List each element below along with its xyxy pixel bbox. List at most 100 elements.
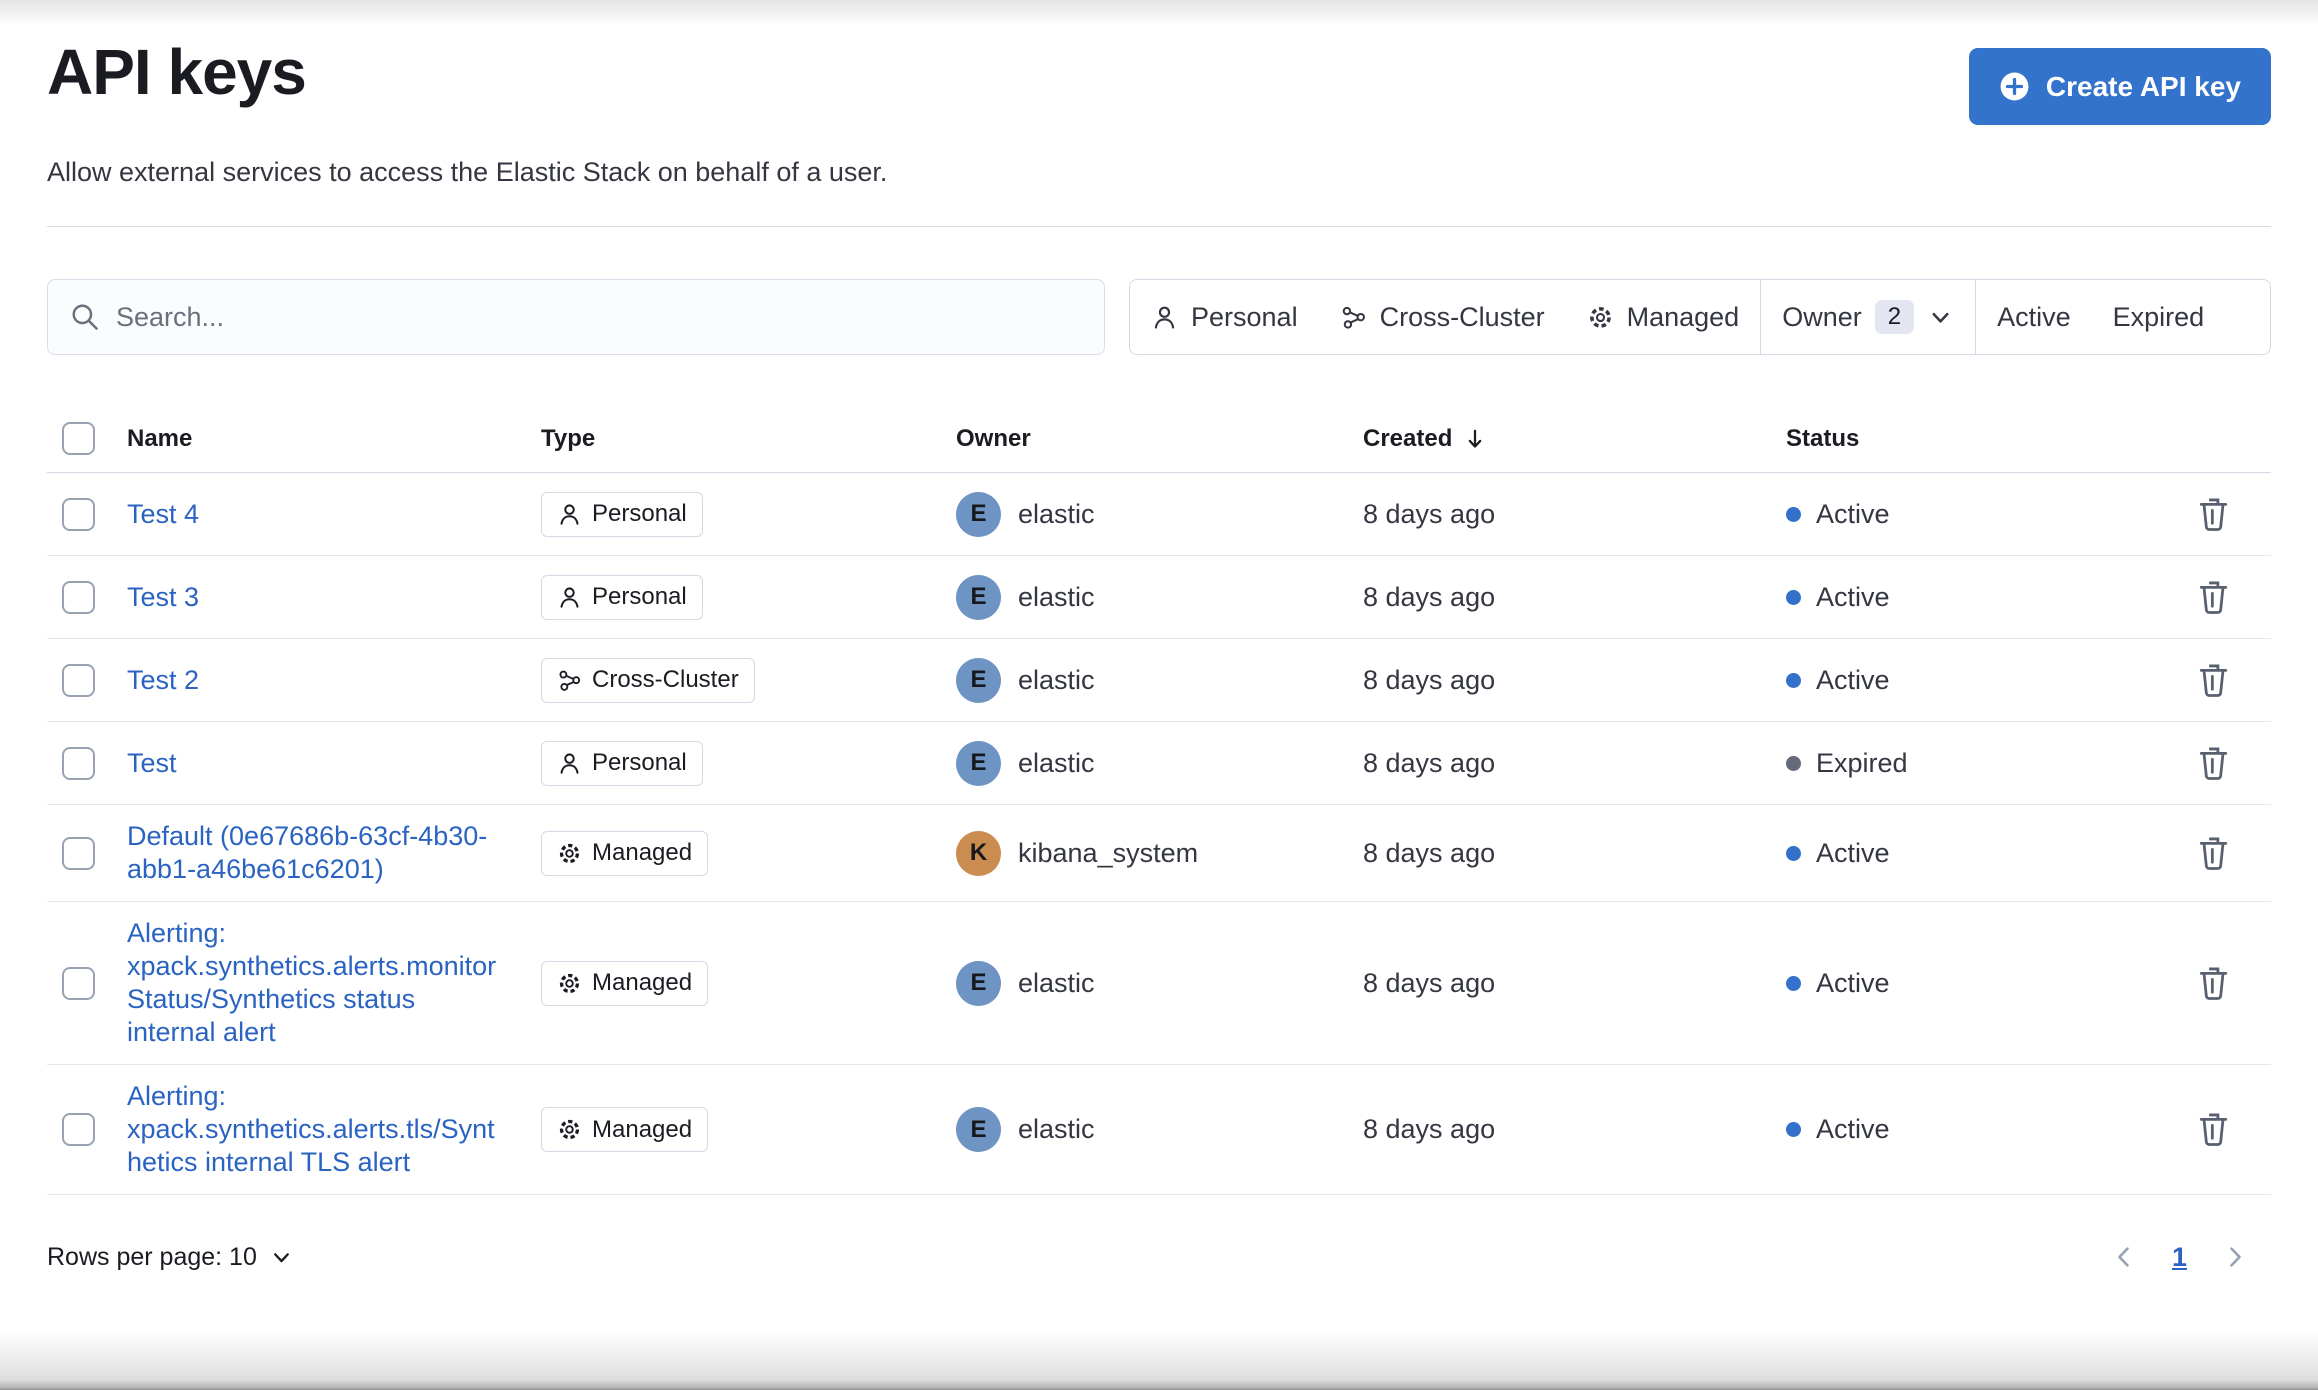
type-badge-label: Personal: [592, 583, 687, 610]
key-name-link[interactable]: Default (0e67686b-63cf-4b30-abb1-a46be61…: [127, 820, 499, 886]
chevron-down-icon: [1927, 304, 1954, 331]
owner-name: elastic: [1018, 498, 1095, 529]
row-checkbox[interactable]: [62, 966, 95, 1000]
create-api-key-button[interactable]: Create API key: [1968, 48, 2271, 125]
type-badge-icon: [557, 668, 582, 693]
search-icon: [70, 302, 100, 332]
trash-icon: [2195, 496, 2232, 533]
delete-key-button[interactable]: [2191, 492, 2236, 537]
filter-personal-label: Personal: [1191, 301, 1298, 332]
owner-avatar: E: [956, 491, 1001, 537]
type-badge-icon: [557, 1117, 582, 1142]
filter-managed[interactable]: Managed: [1566, 280, 1761, 354]
filter-active[interactable]: Active: [1976, 280, 2092, 354]
column-header-created[interactable]: Created: [1363, 425, 1786, 453]
key-name-link[interactable]: Test 3: [127, 581, 199, 614]
chevron-left-icon: [2110, 1243, 2138, 1271]
owner-name: elastic: [1018, 967, 1095, 998]
header-divider: [47, 226, 2271, 227]
status-label: Active: [1816, 967, 1890, 998]
table-row: Test 2 Cross-Cluster E elastic 8 days ag…: [47, 639, 2271, 722]
type-badge-icon: [557, 585, 582, 610]
type-badge: Managed: [541, 830, 709, 876]
trash-icon: [2195, 579, 2232, 616]
status-dot: [1786, 1122, 1801, 1137]
created-value: 8 days ago: [1363, 1114, 1496, 1144]
key-name-link[interactable]: Alerting: xpack.synthetics.alerts.tls/Sy…: [127, 1080, 499, 1179]
owner-name: elastic: [1018, 581, 1095, 612]
owner-name: elastic: [1018, 664, 1095, 695]
status-dot: [1786, 755, 1801, 771]
trash-icon: [2195, 745, 2232, 782]
type-badge-label: Managed: [592, 839, 693, 866]
type-badge-icon: [557, 502, 582, 527]
owner-avatar: E: [956, 574, 1001, 620]
type-badge-label: Personal: [592, 749, 687, 776]
delete-key-button[interactable]: [2191, 831, 2236, 876]
owner-avatar: E: [956, 960, 1001, 1006]
row-checkbox[interactable]: [62, 663, 95, 697]
type-badge-icon: [557, 841, 582, 866]
filter-active-label: Active: [1997, 301, 2071, 332]
type-badge-label: Personal: [592, 500, 687, 527]
type-badge: Personal: [541, 740, 703, 786]
owner-name: elastic: [1018, 1114, 1095, 1144]
search-box: [47, 279, 1105, 355]
type-badge-label: Cross-Cluster: [592, 666, 739, 693]
api-keys-page: API keys Create API key Allow external s…: [0, 0, 2318, 1390]
select-all-checkbox[interactable]: [62, 422, 95, 455]
filter-cross-cluster-label: Cross-Cluster: [1379, 301, 1545, 332]
rows-per-page-selector[interactable]: Rows per page: 10: [47, 1243, 294, 1272]
filter-expired[interactable]: Expired: [2092, 280, 2226, 354]
table-row: Alerting: xpack.synthetics.alerts.tls/Sy…: [47, 1065, 2271, 1195]
row-checkbox[interactable]: [62, 1113, 95, 1146]
type-badge: Managed: [541, 1107, 709, 1152]
table-row: Default (0e67686b-63cf-4b30-abb1-a46be61…: [47, 805, 2271, 902]
status-dot: [1786, 845, 1801, 861]
person-icon: [1151, 304, 1178, 331]
owner-avatar: E: [956, 740, 1001, 786]
column-header-owner: Owner: [956, 424, 1031, 452]
page-number-1[interactable]: 1: [2172, 1242, 2187, 1273]
status-label: Active: [1816, 837, 1890, 868]
sort-descending-icon: [1462, 426, 1488, 452]
create-api-key-label: Create API key: [2045, 70, 2241, 102]
page-header: API keys Create API key: [47, 0, 2271, 125]
page-subtitle: Allow external services to access the El…: [47, 157, 888, 187]
delete-key-button[interactable]: [2191, 1107, 2236, 1152]
filter-owner-dropdown[interactable]: Owner 2: [1761, 280, 1975, 354]
pagination: 1: [2106, 1239, 2253, 1275]
delete-key-button[interactable]: [2191, 575, 2236, 620]
owner-name: kibana_system: [1018, 837, 1199, 868]
key-name-link[interactable]: Test 2: [127, 664, 199, 697]
delete-key-button[interactable]: [2191, 658, 2236, 703]
key-name-link[interactable]: Test 4: [127, 498, 199, 531]
delete-key-button[interactable]: [2191, 961, 2236, 1006]
created-value: 8 days ago: [1363, 967, 1496, 998]
type-badge: Managed: [541, 960, 709, 1006]
status-label: Active: [1816, 498, 1890, 529]
row-checkbox[interactable]: [62, 836, 95, 870]
delete-key-button[interactable]: [2191, 741, 2236, 786]
filter-group: Personal Cross-Cluster Managed Owner 2 A…: [1129, 279, 2271, 355]
trash-icon: [2195, 965, 2232, 1002]
key-name-link[interactable]: Test: [127, 747, 177, 780]
status-label: Active: [1816, 581, 1890, 612]
key-name-link[interactable]: Alerting: xpack.synthetics.alerts.monito…: [127, 917, 499, 1049]
table-row: Test 3 Personal E elastic 8 days ago Act…: [47, 556, 2271, 639]
next-page-button[interactable]: [2217, 1239, 2253, 1275]
filter-cross-cluster[interactable]: Cross-Cluster: [1319, 280, 1566, 354]
status-dot: [1786, 975, 1801, 991]
table-body: Test 4 Personal E elastic 8 days ago Act…: [47, 473, 2271, 1195]
filter-personal[interactable]: Personal: [1130, 280, 1319, 354]
row-checkbox[interactable]: [62, 746, 95, 780]
row-checkbox[interactable]: [62, 580, 95, 614]
status-dot: [1786, 672, 1801, 688]
previous-page-button[interactable]: [2106, 1239, 2142, 1275]
search-input[interactable]: [116, 301, 1082, 333]
row-checkbox[interactable]: [62, 497, 95, 531]
type-badge: Personal: [541, 574, 703, 620]
status-label: Active: [1816, 664, 1890, 695]
table-header-row: Name Type Owner Created Status: [47, 405, 2271, 473]
table-row: Test 4 Personal E elastic 8 days ago Act…: [47, 473, 2271, 556]
